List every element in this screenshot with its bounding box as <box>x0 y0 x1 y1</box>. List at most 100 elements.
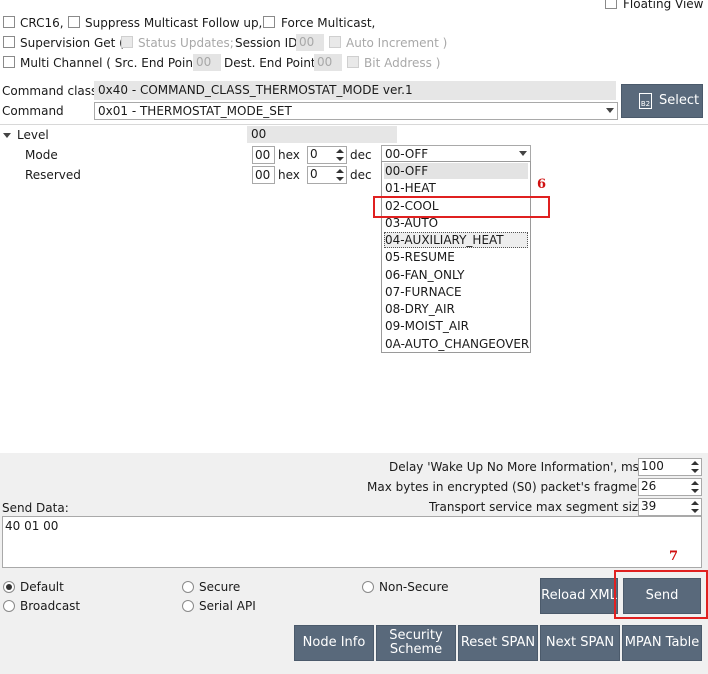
max-bytes-label: Max bytes in encrypted (S0) packet's fra… <box>367 480 654 494</box>
serial-api-radio[interactable] <box>182 600 194 612</box>
mode-dropdown-list: 00-OFF 01-HEAT 02-COOL 03-AUTO 04-AUXILI… <box>381 161 531 353</box>
spinner-up-icon[interactable] <box>691 501 699 505</box>
non-secure-radio[interactable] <box>362 581 374 593</box>
secure-radio[interactable] <box>182 581 194 593</box>
chevron-down-icon <box>606 108 614 113</box>
dropdown-option[interactable]: 00-OFF <box>384 163 528 179</box>
send-data-value: 40 01 00 <box>5 519 59 533</box>
reserved-hex-unit: hex <box>278 168 300 182</box>
src-end-point-field[interactable]: 00 <box>193 54 221 71</box>
level-value-field: 00 <box>247 126 397 143</box>
highlight-box-cool <box>373 196 550 218</box>
collapse-triangle-icon[interactable] <box>3 133 11 138</box>
dropdown-option[interactable]: 08-DRY_AIR <box>384 301 528 317</box>
default-radio[interactable] <box>3 581 15 593</box>
select-button[interactable]: B2 Select <box>621 84 703 118</box>
mode-combo[interactable]: 00-OFF <box>381 145 531 162</box>
delay-label: Delay 'Wake Up No More Information', ms: <box>389 460 643 474</box>
reserved-dec-spinner[interactable]: 0 <box>307 166 347 184</box>
reserved-dec-unit: dec <box>350 168 372 182</box>
reset-span-button[interactable]: Reset SPAN <box>458 625 538 661</box>
level-label: Level <box>17 128 49 142</box>
command-combo[interactable]: 0x01 - THERMOSTAT_MODE_SET <box>94 102 618 120</box>
bit-address-label: Bit Address ) <box>364 56 441 70</box>
max-bytes-value: 26 <box>641 479 657 493</box>
bit-address-checkbox[interactable] <box>347 56 359 68</box>
mode-dec-spinner[interactable]: 0 <box>307 146 347 164</box>
transport-value: 39 <box>641 499 657 513</box>
mode-combo-value: 00-OFF <box>385 147 429 161</box>
dropdown-option[interactable]: 01-HEAT <box>384 180 528 196</box>
secure-label: Secure <box>199 580 241 594</box>
reserved-dec-value: 0 <box>310 167 318 181</box>
spinner-down-icon[interactable] <box>691 509 699 513</box>
force-multicast-checkbox[interactable] <box>263 16 275 28</box>
dest-end-point-field[interactable]: 00 <box>314 54 342 71</box>
supervision-get-checkbox[interactable] <box>3 36 15 48</box>
dropdown-option[interactable]: 0A-AUTO_CHANGEOVER <box>384 336 529 352</box>
status-updates-label: Status Updates; <box>138 36 234 50</box>
send-data-label: Send Data: <box>2 501 69 515</box>
command-label: Command <box>2 104 64 118</box>
session-id-field[interactable]: 00 <box>296 34 324 51</box>
command-combo-value: 0x01 - THERMOSTAT_MODE_SET <box>98 104 292 118</box>
spinner-up-icon[interactable] <box>691 461 699 465</box>
spinner-up-icon[interactable] <box>336 149 344 153</box>
mode-dec-value: 0 <box>310 147 318 161</box>
step-6-label: 6 <box>537 177 547 192</box>
supervision-get-label: Supervision Get ( <box>20 36 124 50</box>
mode-dec-unit: dec <box>350 148 372 162</box>
mpan-table-button[interactable]: MPAN Table <box>622 625 702 661</box>
suppress-multicast-label: Suppress Multicast Follow up, <box>85 16 263 30</box>
spinner-up-icon[interactable] <box>336 169 344 173</box>
dest-end-point-label: Dest. End Point <box>224 56 316 70</box>
spinner-down-icon[interactable] <box>691 469 699 473</box>
delay-value: 100 <box>641 459 664 473</box>
reserved-hex-input[interactable]: 00 <box>252 166 275 184</box>
reserved-label: Reserved <box>25 168 81 182</box>
spinner-down-icon[interactable] <box>336 157 344 161</box>
transport-label: Transport service max segment size: <box>429 500 650 514</box>
next-span-button[interactable]: Next SPAN <box>540 625 620 661</box>
force-multicast-label: Force Multicast, <box>281 16 376 30</box>
command-class-label: Command class <box>2 84 98 98</box>
send-data-textarea[interactable]: 40 01 00 <box>2 516 702 568</box>
session-id-label: Session ID <box>235 36 298 50</box>
auto-increment-label: Auto Increment ) <box>346 36 448 50</box>
mode-label: Mode <box>25 148 58 162</box>
crc16-checkbox[interactable] <box>3 16 15 28</box>
spinner-down-icon[interactable] <box>336 177 344 181</box>
dropdown-option[interactable]: 04-AUXILIARY_HEAT <box>384 232 528 248</box>
node-info-button[interactable]: Node Info <box>294 625 374 661</box>
command-class-field: 0x40 - COMMAND_CLASS_THERMOSTAT_MODE ver… <box>94 81 616 100</box>
select-button-label: Select <box>659 93 700 108</box>
spinner-down-icon[interactable] <box>691 489 699 493</box>
broadcast-label: Broadcast <box>20 599 81 613</box>
security-scheme-button[interactable]: Security Scheme <box>376 625 456 661</box>
dropdown-option[interactable]: 09-MOIST_AIR <box>384 318 528 334</box>
multi-channel-label: Multi Channel ( Src. End Point <box>20 56 198 70</box>
auto-increment-checkbox[interactable] <box>329 36 341 48</box>
multi-channel-checkbox[interactable] <box>3 56 15 68</box>
dropdown-option[interactable]: 07-FURNACE <box>384 284 528 300</box>
non-secure-label: Non-Secure <box>379 580 449 594</box>
suppress-multicast-checkbox[interactable] <box>68 16 80 28</box>
floating-view-label: Floating View <box>623 0 704 11</box>
reload-xml-button[interactable]: Reload XML <box>540 578 618 614</box>
broadcast-radio[interactable] <box>3 600 15 612</box>
default-label: Default <box>20 580 64 594</box>
crc16-label: CRC16, <box>20 16 64 30</box>
serial-api-label: Serial API <box>199 599 256 613</box>
max-bytes-spinner[interactable]: 26 <box>638 478 702 496</box>
status-updates-checkbox[interactable] <box>121 36 133 48</box>
transport-spinner[interactable]: 39 <box>638 498 702 516</box>
dropdown-option[interactable]: 06-FAN_ONLY <box>384 267 528 283</box>
mode-hex-input[interactable]: 00 <box>252 146 275 164</box>
select-icon: B2 <box>639 93 652 109</box>
spinner-up-icon[interactable] <box>691 481 699 485</box>
delay-spinner[interactable]: 100 <box>638 458 702 476</box>
mode-hex-unit: hex <box>278 148 300 162</box>
step-7-label: 7 <box>669 549 679 564</box>
floating-view-checkbox[interactable] <box>605 0 617 9</box>
dropdown-option[interactable]: 05-RESUME <box>384 249 528 265</box>
